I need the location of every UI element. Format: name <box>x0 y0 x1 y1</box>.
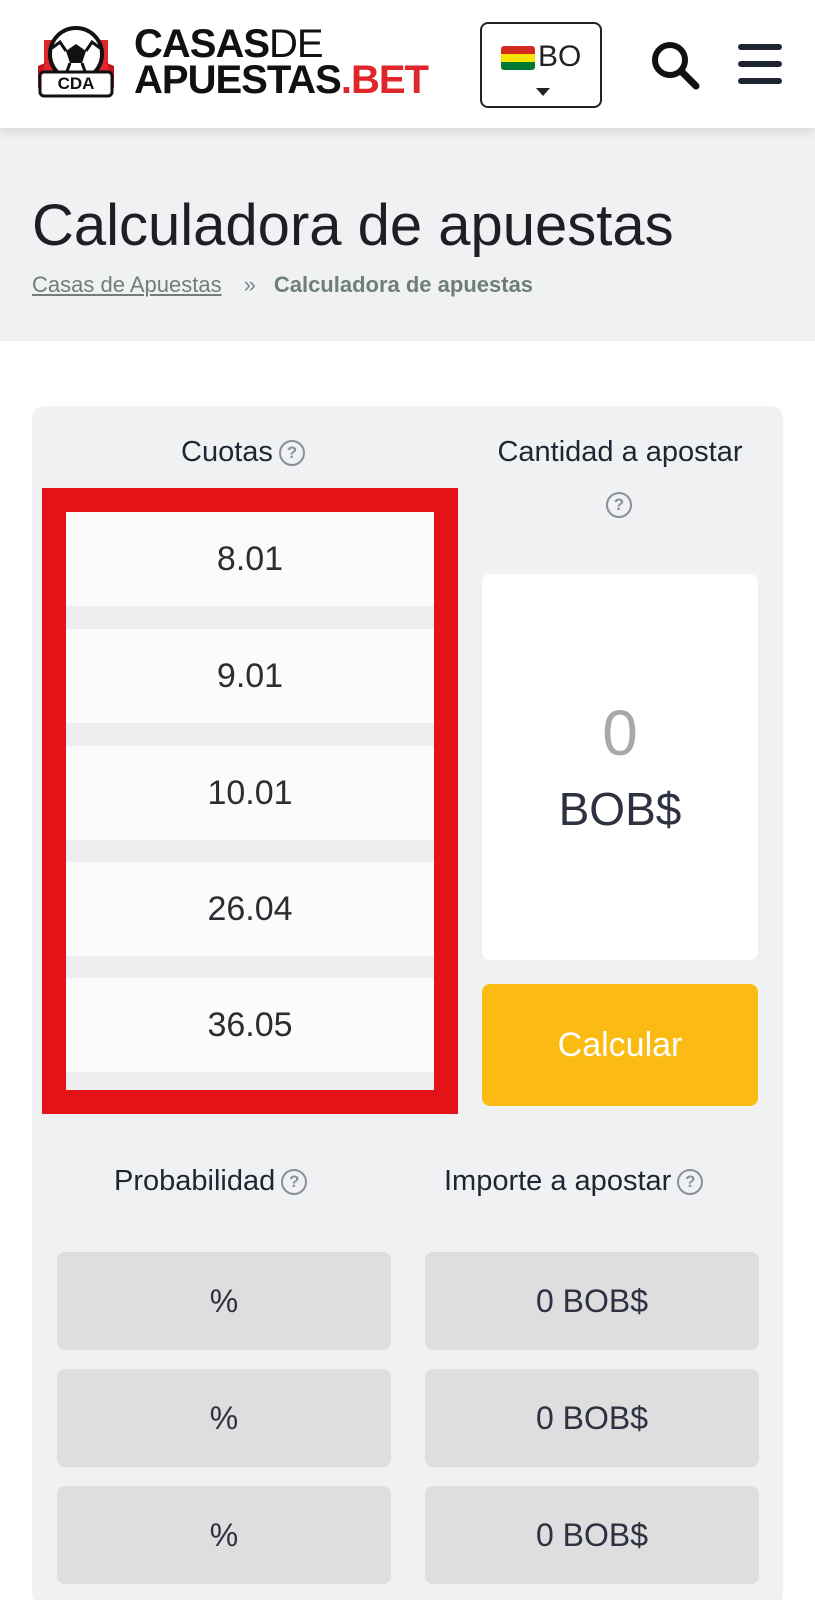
odds-inputs-highlight: 8.01 9.01 10.01 26.04 36.05 <box>42 488 458 1114</box>
breadcrumb: Casas de Apuestas » Calculadora de apuesta… <box>32 272 533 298</box>
probability-result-1: % <box>57 1252 391 1350</box>
probability-result-2: % <box>57 1369 391 1467</box>
logo-word-bet: .BET <box>340 58 429 102</box>
site-header: CDA CASASDE APUESTAS.BET BO <box>0 0 815 128</box>
stake-input[interactable]: 0 BOB$ <box>482 574 758 960</box>
amount-result-2: 0 BOB$ <box>425 1369 759 1467</box>
caret-down-icon <box>536 88 550 96</box>
help-icon[interactable]: ? <box>281 1169 308 1196</box>
stake-column-header: Cantidad a apostar <box>482 436 758 469</box>
calculate-button[interactable]: Calcular <box>482 984 758 1106</box>
probability-result-3: % <box>57 1486 391 1584</box>
logo-word-apuestas: APUESTAS <box>134 58 342 102</box>
stake-help: ? <box>606 492 632 518</box>
search-icon <box>652 42 700 90</box>
odds-column-header: Cuotas? <box>181 436 305 469</box>
menu-bar-bottom <box>738 78 782 84</box>
odds-label: Cuotas <box>181 436 273 468</box>
search-button[interactable] <box>648 38 704 94</box>
help-icon[interactable]: ? <box>278 440 305 467</box>
probability-label: Probabilidad <box>114 1165 276 1197</box>
hamburger-menu-icon <box>738 44 782 50</box>
logo-badge-text: CDA <box>57 74 95 93</box>
country-selector[interactable]: BO <box>480 22 602 108</box>
odds-input-3[interactable]: 10.01 <box>66 746 434 840</box>
breadcrumb-separator: » <box>243 272 256 297</box>
help-icon[interactable]: ? <box>677 1169 704 1196</box>
odds-input-5[interactable]: 36.05 <box>66 978 434 1072</box>
country-code: BO <box>538 40 582 73</box>
amount-result-3: 0 BOB$ <box>425 1486 759 1584</box>
menu-bar-middle <box>738 61 782 67</box>
odds-input-1[interactable]: 8.01 <box>66 512 434 606</box>
page-header: Calculadora de apuestas Casas de Apuesta… <box>0 128 815 341</box>
stake-label: Cantidad a apostar <box>497 436 743 468</box>
page-title: Calculadora de apuestas <box>32 193 674 258</box>
probability-column-header: Probabilidad? <box>114 1165 308 1198</box>
logo-wordmark: CASASDE APUESTAS.BET <box>134 24 429 100</box>
odds-input-4[interactable]: 26.04 <box>66 862 434 956</box>
hamburger-menu-button[interactable] <box>736 40 784 88</box>
amount-result-1: 0 BOB$ <box>425 1252 759 1350</box>
amount-column-header: Importe a apostar? <box>444 1165 704 1198</box>
site-logo[interactable]: CDA CASASDE APUESTAS.BET <box>30 20 460 108</box>
amount-label: Importe a apostar <box>444 1165 672 1197</box>
stake-currency: BOB$ <box>558 783 682 835</box>
odds-input-2[interactable]: 9.01 <box>66 629 434 723</box>
breadcrumb-home-link[interactable]: Casas de Apuestas <box>32 272 222 297</box>
help-icon[interactable]: ? <box>606 492 632 518</box>
breadcrumb-current: Calculadora de apuestas <box>273 272 534 297</box>
stake-value: 0 <box>602 697 638 769</box>
bolivia-flag-icon <box>501 46 535 70</box>
